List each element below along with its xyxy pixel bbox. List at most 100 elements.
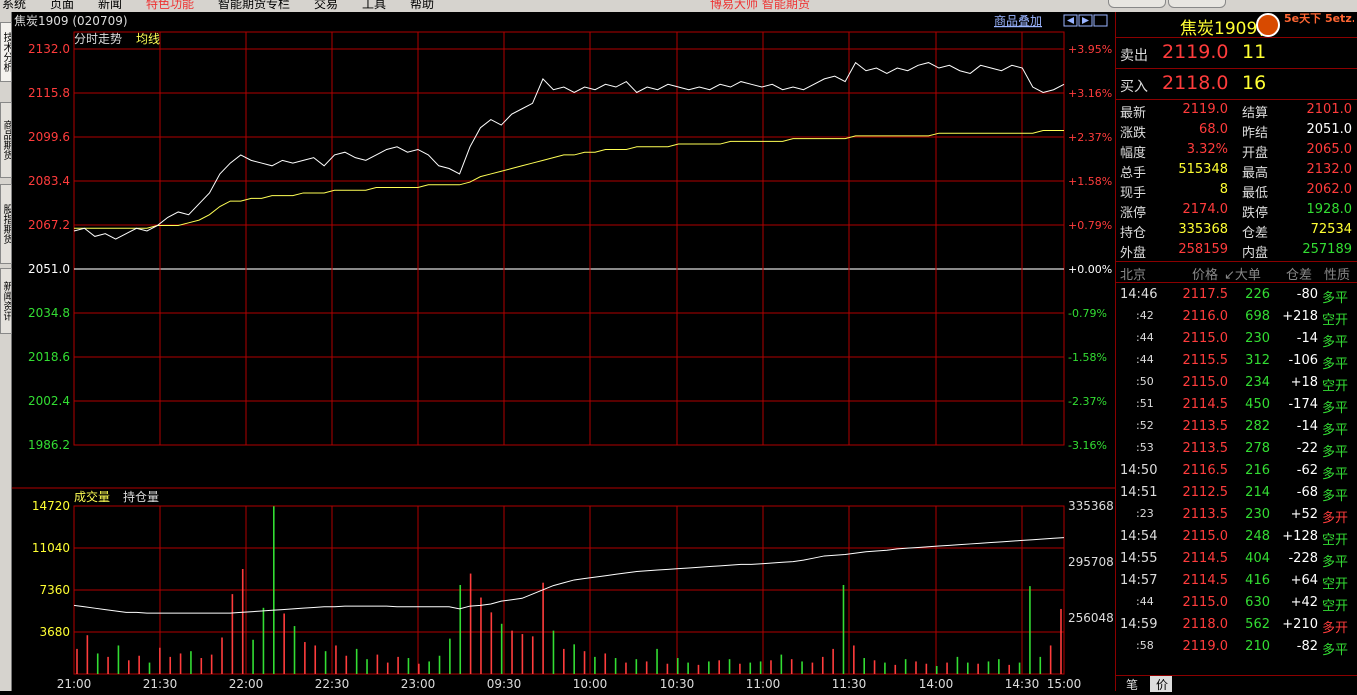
tick-time: 14:57 xyxy=(1120,573,1158,588)
top-tab-trade[interactable] xyxy=(1108,0,1166,8)
tick-row[interactable]: :50 2115.0 234 +18 空开 xyxy=(1116,372,1357,394)
stat-value: 2051.0 xyxy=(1306,122,1353,137)
stat-row: 总手 515348 最高 2132.0 xyxy=(1116,161,1357,181)
tick-oi-change: +42 xyxy=(1290,595,1318,610)
tab-tech-analysis[interactable]: 技术分析 xyxy=(0,22,12,82)
menu-system[interactable]: 系统 xyxy=(2,0,26,12)
price-tick-right: +3.95% xyxy=(1068,43,1112,56)
tick-price: 2112.5 xyxy=(1182,485,1229,500)
stat-label: 持仓 xyxy=(1120,226,1147,241)
tick-oi-change: +218 xyxy=(1282,309,1318,324)
menu-news[interactable]: 新闻 xyxy=(98,0,122,12)
tick-time: :52 xyxy=(1136,419,1154,432)
tick-row[interactable]: :53 2113.5 278 -22 多平 xyxy=(1116,438,1357,460)
stat-label: 最高 xyxy=(1242,166,1269,181)
tab-news[interactable]: 新闻资讯 xyxy=(0,268,12,334)
tick-time: 14:51 xyxy=(1120,485,1158,500)
tick-volume: 226 xyxy=(1245,287,1270,302)
time-tick: 09:30 xyxy=(487,677,522,691)
promo-text[interactable]: 博易大师 智能期货 xyxy=(710,0,810,12)
intraday-chart[interactable]: 焦炭1909 (020709) 商品叠加 2132.0 +3.95% 2115.8 +… xyxy=(12,12,1115,691)
oi-tick-right: 256048 xyxy=(1068,611,1114,625)
tick-volume: 278 xyxy=(1245,441,1270,456)
tick-row[interactable]: 14:50 2116.5 216 -62 多平 xyxy=(1116,460,1357,482)
tick-price: 2119.0 xyxy=(1182,639,1229,654)
tick-price: 2115.0 xyxy=(1182,331,1229,346)
tick-row[interactable]: :23 2113.5 230 +52 多开 xyxy=(1116,504,1357,526)
label-volume: 成交量 xyxy=(74,489,110,504)
chart-area[interactable]: 焦炭1909 (020709) 商品叠加 2132.0 +3.95% 2115.8 +… xyxy=(12,12,1115,691)
maximize-icon[interactable] xyxy=(1093,14,1108,27)
menu-page[interactable]: 页面 xyxy=(50,0,74,12)
tick-time: :42 xyxy=(1136,309,1154,322)
tick-oi-change: +128 xyxy=(1282,529,1318,544)
time-tick: 10:30 xyxy=(660,677,695,691)
volume-tick-left: 14720 xyxy=(32,499,70,513)
tick-volume: 230 xyxy=(1245,507,1270,522)
tab-by-price[interactable]: 价 xyxy=(1156,676,1168,693)
tick-row[interactable]: 14:57 2114.5 416 +64 空开 xyxy=(1116,570,1357,592)
tick-price: 2113.5 xyxy=(1182,441,1229,456)
tick-row[interactable]: 14:46 2117.5 226 -80 多平 xyxy=(1116,284,1357,306)
tick-volume: 282 xyxy=(1245,419,1270,434)
stat-value: 2062.0 xyxy=(1306,182,1353,197)
tick-time: 14:50 xyxy=(1120,463,1158,478)
tick-row[interactable]: :44 2115.5 312 -106 多平 xyxy=(1116,350,1357,372)
overlay-button[interactable]: 商品叠加 xyxy=(994,13,1042,28)
sell-row: 卖出 2119.0 11 xyxy=(1116,39,1357,69)
tick-row[interactable]: 14:59 2118.0 562 +210 多开 xyxy=(1116,614,1357,636)
tick-volume: 630 xyxy=(1245,595,1270,610)
tick-nature: 多平 xyxy=(1322,357,1349,372)
symbol-title: 焦炭1909 (020709) xyxy=(14,14,128,28)
sell-price: 2119.0 xyxy=(1162,41,1229,63)
tick-oi-change: -82 xyxy=(1296,639,1318,654)
buy-label: 买入 xyxy=(1120,79,1148,95)
stat-row: 最新 2119.0 结算 2101.0 xyxy=(1116,101,1357,121)
price-tick-left: 2132.0 xyxy=(28,42,70,56)
stat-label: 开盘 xyxy=(1242,146,1269,161)
menu-smart-futures[interactable]: 智能期货专栏 xyxy=(218,0,290,12)
stat-label: 外盘 xyxy=(1120,246,1147,261)
time-tick: 15:00 xyxy=(1047,677,1082,691)
tick-volume: 214 xyxy=(1245,485,1270,500)
menu-tools[interactable]: 工具 xyxy=(362,0,386,12)
tick-oi-change: +210 xyxy=(1282,617,1318,632)
tick-row[interactable]: 14:51 2112.5 214 -68 多平 xyxy=(1116,482,1357,504)
tick-nature: 多平 xyxy=(1322,423,1349,438)
stat-label: 最新 xyxy=(1120,106,1147,121)
tick-price: 2113.5 xyxy=(1182,507,1229,522)
tab-commodity-futures[interactable]: 商品期货 xyxy=(0,102,12,178)
menu-help[interactable]: 帮助 xyxy=(410,0,434,12)
chart-grid xyxy=(12,31,1115,675)
tick-price: 2115.0 xyxy=(1182,375,1229,390)
stat-label: 总手 xyxy=(1120,166,1147,181)
price-tick-left: 1986.2 xyxy=(28,438,70,452)
label-intraday: 分时走势 xyxy=(74,32,122,46)
tick-row[interactable]: :42 2116.0 698 +218 空开 xyxy=(1116,306,1357,328)
tick-nature: 空开 xyxy=(1322,379,1349,394)
tick-row[interactable]: :52 2113.5 282 -14 多平 xyxy=(1116,416,1357,438)
label-open-interest: 持仓量 xyxy=(123,489,159,504)
tick-time: :58 xyxy=(1136,639,1154,652)
tab-by-trade[interactable]: 笔 xyxy=(1126,676,1138,693)
time-tick: 23:00 xyxy=(401,677,436,691)
tick-volume: 562 xyxy=(1245,617,1270,632)
menu-trade[interactable]: 交易 xyxy=(314,0,338,12)
tick-row[interactable]: :51 2114.5 450 -174 多平 xyxy=(1116,394,1357,416)
tick-row[interactable]: :58 2119.0 210 -82 多平 xyxy=(1116,636,1357,658)
menu-special[interactable]: 特色功能 xyxy=(146,0,194,12)
tick-row[interactable]: 14:54 2115.0 248 +128 空开 xyxy=(1116,526,1357,548)
tick-price: 2115.5 xyxy=(1182,353,1229,368)
tick-row[interactable]: :44 2115.0 230 -14 多平 xyxy=(1116,328,1357,350)
buy-qty: 16 xyxy=(1242,72,1267,94)
time-tick: 22:00 xyxy=(229,677,264,691)
tick-row[interactable]: 14:55 2114.5 404 -228 多平 xyxy=(1116,548,1357,570)
tab-index-futures[interactable]: 股指期货 xyxy=(0,184,12,264)
time-tick: 21:30 xyxy=(143,677,178,691)
tick-header-volume[interactable]: ↙大单 xyxy=(1224,264,1261,283)
tick-volume: 248 xyxy=(1245,529,1270,544)
tick-nature: 多平 xyxy=(1322,335,1349,350)
tick-row[interactable]: :44 2115.0 630 +42 空开 xyxy=(1116,592,1357,614)
top-tab-login[interactable] xyxy=(1168,0,1226,8)
stat-value: 2065.0 xyxy=(1306,142,1353,157)
